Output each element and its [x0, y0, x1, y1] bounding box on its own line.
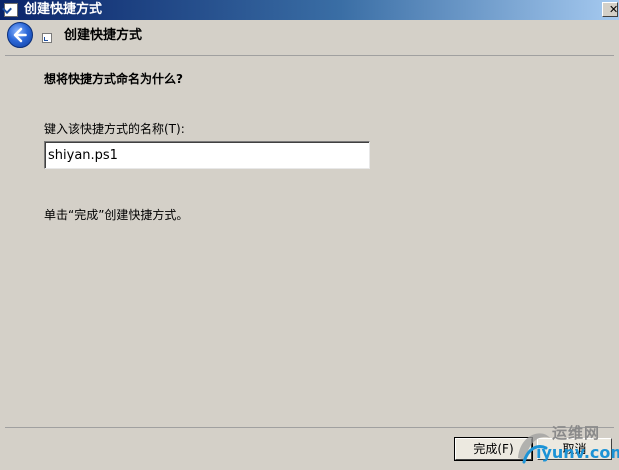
cancel-button[interactable]: 取消 [537, 438, 612, 460]
create-shortcut-dialog: 创建快捷方式 ✕ 创建快捷方式 想将快捷方式命名为什么? 键入该快捷方式的名称(… [0, 0, 619, 470]
wizard-content [5, 55, 614, 428]
close-button[interactable]: ✕ [602, 2, 618, 17]
shortcut-name-input[interactable] [44, 141, 370, 169]
window-title: 创建快捷方式 [24, 2, 103, 17]
shortcut-icon [4, 3, 18, 17]
wizard-title: 创建快捷方式 [64, 28, 143, 43]
shortcut-small-icon [42, 33, 52, 43]
name-field-label: 键入该快捷方式的名称(T): [44, 122, 185, 136]
back-button[interactable] [7, 22, 33, 48]
finish-button[interactable]: 完成(F) [454, 437, 533, 461]
title-bar: 创建快捷方式 ✕ [0, 0, 619, 20]
back-arrow-icon [13, 27, 27, 43]
question-heading: 想将快捷方式命名为什么? [44, 72, 183, 86]
finish-hint: 单击“完成”创建快捷方式。 [44, 208, 189, 222]
